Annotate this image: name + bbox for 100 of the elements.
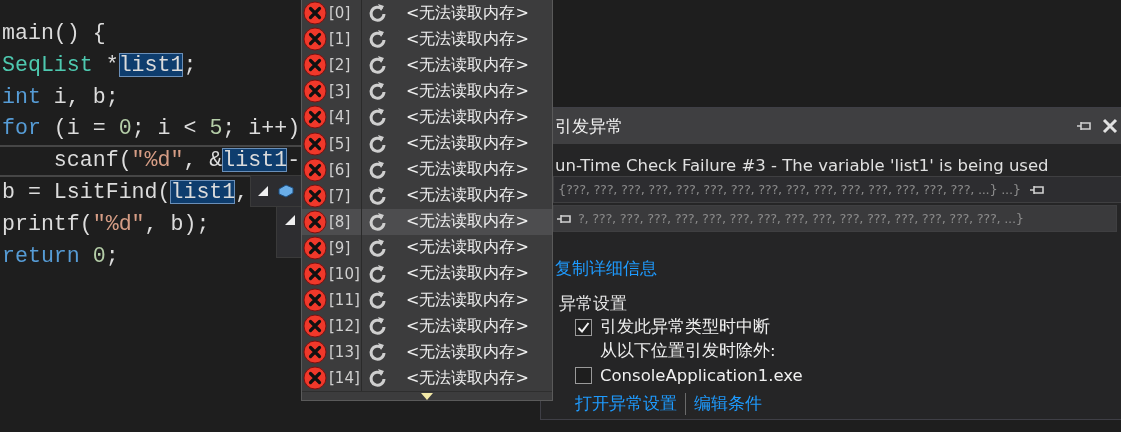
element-index: [8] xyxy=(329,212,351,231)
element-index: [13] xyxy=(329,343,360,362)
element-value: <无法读取内存> xyxy=(406,28,529,50)
pin-icon[interactable] xyxy=(556,212,572,225)
refresh-icon[interactable] xyxy=(368,81,387,102)
memory-row[interactable]: [1] <无法读取内存> xyxy=(302,26,552,53)
refresh-icon[interactable] xyxy=(368,368,387,389)
datatip-value: ?, ???, ???, ???, ???, ???, ???, ???, ???, ???, ???, ???, ???, ???, ???, ???, ...} xyxy=(578,211,1024,226)
refresh-icon[interactable] xyxy=(368,55,387,76)
error-icon xyxy=(303,366,327,391)
scroll-down-icon[interactable] xyxy=(421,392,433,400)
refresh-icon[interactable] xyxy=(368,185,387,206)
code-line: scanf("%d", &list1- xyxy=(2,147,301,175)
error-icon xyxy=(303,27,327,52)
pin-icon[interactable] xyxy=(1076,120,1092,132)
element-index: [3] xyxy=(329,82,351,101)
refresh-icon[interactable] xyxy=(368,107,387,128)
pin-icon[interactable] xyxy=(1028,183,1045,196)
exception-message: un-Time Check Failure #3 - The variable 'list1' is being used xyxy=(555,156,1050,177)
code-line: int i, b; xyxy=(2,83,119,111)
code-line: b = LsitFind(list1, xyxy=(2,179,249,206)
error-icon xyxy=(303,53,327,78)
expand-triangle-icon[interactable] xyxy=(257,185,269,197)
panel-title: 引发异常 xyxy=(555,114,624,138)
refresh-icon[interactable] xyxy=(368,342,387,363)
element-value: <无法读取内存> xyxy=(406,315,529,337)
refresh-icon[interactable] xyxy=(368,29,387,50)
checkbox[interactable] xyxy=(575,318,592,336)
element-index: [14] xyxy=(329,369,360,388)
refresh-icon[interactable] xyxy=(368,133,387,154)
memory-row[interactable]: [10] <无法读取内存> xyxy=(302,260,552,288)
element-value: <无法读取内存> xyxy=(406,211,529,233)
error-icon xyxy=(303,340,327,365)
close-icon[interactable] xyxy=(1102,118,1118,134)
refresh-icon[interactable] xyxy=(368,264,387,284)
memory-row[interactable]: [2] <无法读取内存> xyxy=(302,52,552,79)
element-value: <无法读取内存> xyxy=(406,263,529,285)
element-index: [0] xyxy=(329,4,351,23)
refresh-icon[interactable] xyxy=(368,316,387,337)
refresh-icon[interactable] xyxy=(368,290,387,311)
error-icon xyxy=(303,314,327,339)
element-index: [12] xyxy=(329,317,360,336)
copy-details-link[interactable]: 复制详细信息 xyxy=(555,259,657,278)
memory-row[interactable]: [4] <无法读取内存> xyxy=(302,104,552,131)
memory-row[interactable]: [11] <无法读取内存> xyxy=(302,287,552,314)
memory-row[interactable]: [8] <无法读取内存> xyxy=(302,208,552,235)
error-icon xyxy=(303,105,327,130)
memory-row[interactable]: [12] <无法读取内存> xyxy=(302,313,552,340)
element-value: <无法读取内存> xyxy=(406,54,529,76)
element-index: [5] xyxy=(329,134,351,153)
checkbox[interactable] xyxy=(575,366,592,384)
code-line: for (i = 0; i < 5; i++) xyxy=(2,115,301,143)
element-index: [4] xyxy=(329,108,351,127)
element-index: [1] xyxy=(329,30,351,49)
memory-row[interactable]: [14] <无法读取内存> xyxy=(302,365,552,392)
element-value: <无法读取内存> xyxy=(406,2,529,24)
memory-row[interactable]: [5] <无法读取内存> xyxy=(302,130,552,157)
settings-link[interactable]: 编辑条件 xyxy=(694,393,762,415)
memory-row[interactable]: [6] <无法读取内存> xyxy=(302,156,552,183)
error-icon xyxy=(303,209,327,234)
element-index: [2] xyxy=(329,56,351,75)
checkbox-label: ConsoleApplication1.exe xyxy=(600,365,803,385)
error-icon xyxy=(303,131,327,156)
code-line: printf("%d", b); xyxy=(2,210,210,238)
memory-row[interactable]: [9] <无法读取内存> xyxy=(302,234,552,261)
element-value: <无法读取内存> xyxy=(406,341,529,363)
exception-note: 从以下位置引发时除外: xyxy=(600,340,776,362)
element-index: [10] xyxy=(329,265,360,283)
element-index: [9] xyxy=(329,238,351,257)
refresh-icon[interactable] xyxy=(368,237,387,258)
element-value: <无法读取内存> xyxy=(406,185,529,207)
element-value: <无法读取内存> xyxy=(406,159,529,181)
memory-row[interactable]: [0] <无法读取内存> xyxy=(302,0,552,27)
code-line: SeqList *list1; xyxy=(2,51,197,79)
checkbox-label: 引发此异常类型时中断 xyxy=(600,316,770,338)
memory-row[interactable]: [7] <无法读取内存> xyxy=(302,182,552,209)
code-line: return 0; xyxy=(2,242,119,270)
refresh-icon[interactable] xyxy=(368,3,387,24)
code-line: main() { xyxy=(2,20,106,47)
element-index: [7] xyxy=(329,186,351,205)
settings-link[interactable]: 打开异常设置 xyxy=(575,393,677,415)
element-value: <无法读取内存> xyxy=(406,237,529,259)
refresh-icon[interactable] xyxy=(368,159,387,180)
error-icon xyxy=(303,262,327,286)
element-value: <无法读取内存> xyxy=(406,106,529,128)
error-icon xyxy=(303,1,327,26)
element-index: [11] xyxy=(329,291,360,310)
expand-triangle-icon[interactable] xyxy=(284,214,296,226)
refresh-icon[interactable] xyxy=(368,211,387,232)
element-value: <无法读取内存> xyxy=(406,367,529,389)
error-icon xyxy=(303,183,327,208)
element-value: <无法读取内存> xyxy=(406,80,529,102)
error-icon xyxy=(303,288,327,313)
datatip-value: {???, ???, ???, ???, ???, ???, ???, ???, ???, ???, ???, ???, ???, ???, ???, ...} ...} xyxy=(558,182,1021,197)
memory-row[interactable]: [3] <无法读取内存> xyxy=(302,78,552,105)
element-value: <无法读取内存> xyxy=(406,289,529,311)
error-icon xyxy=(303,235,327,260)
error-icon xyxy=(303,79,327,104)
cube-icon xyxy=(277,184,295,198)
memory-row[interactable]: [13] <无法读取内存> xyxy=(302,339,552,366)
